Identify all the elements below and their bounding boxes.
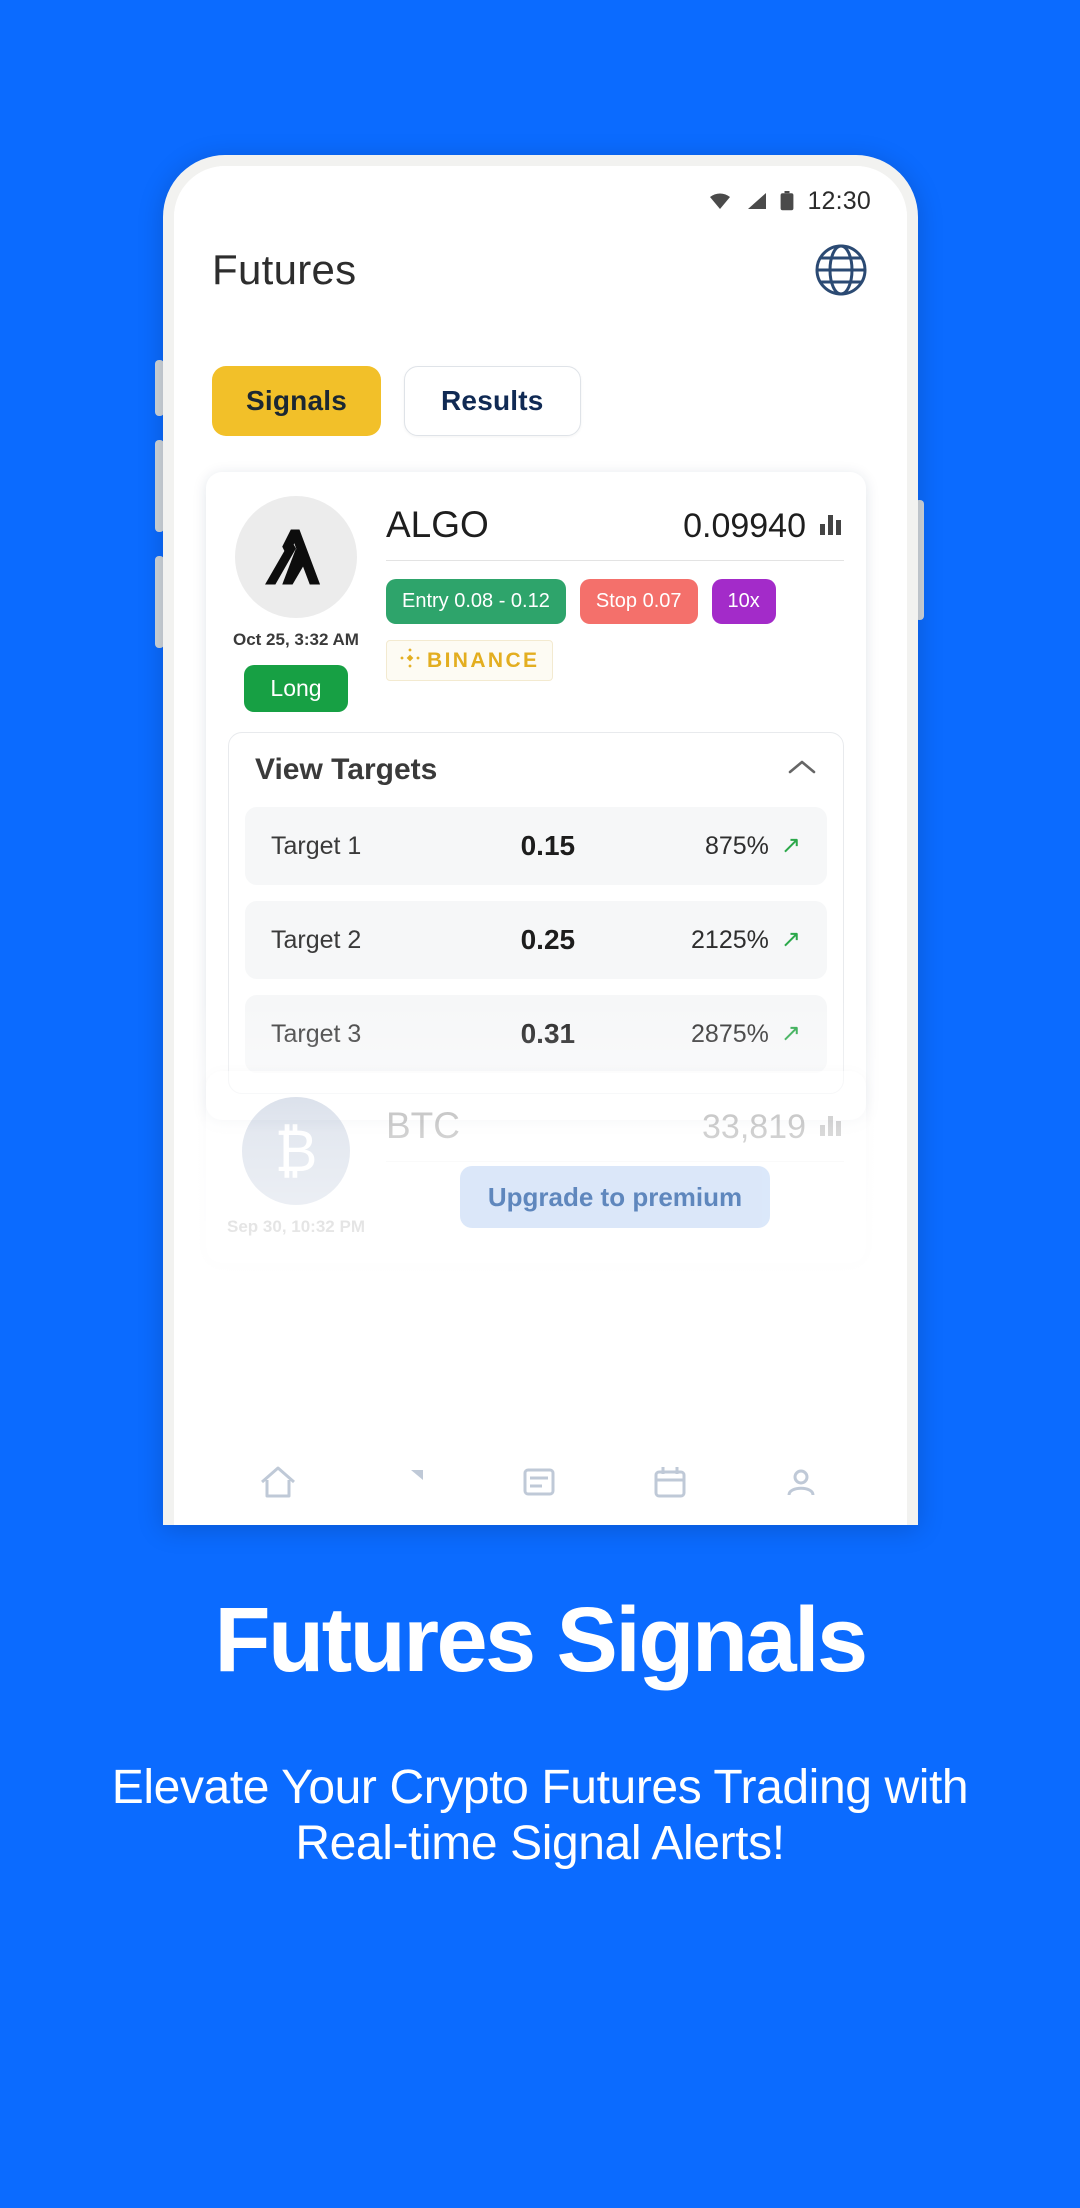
up-right-arrow-icon: ↗ (780, 926, 801, 953)
target-percent: 2125% (691, 925, 769, 954)
symbol-price-row: ALGO 0.09940 (386, 504, 844, 546)
bar-chart-icon[interactable] (818, 1112, 844, 1143)
price-group: 0.09940 (683, 507, 844, 546)
home-icon[interactable] (258, 1462, 300, 1502)
binance-logo-icon (400, 648, 420, 673)
target-percent: 2875% (691, 1019, 769, 1048)
wifi-icon (708, 192, 732, 210)
page-title: Futures (212, 246, 357, 293)
price-group: 33,819 (702, 1108, 844, 1147)
target-value: 0.15 (520, 830, 576, 861)
bottom-navigation (174, 1445, 907, 1519)
table-row: Target 3 0.31 2875% ↗ (245, 995, 827, 1073)
bar-chart-icon[interactable] (818, 511, 844, 542)
tab-results[interactable]: Results (404, 366, 581, 436)
signal-icon (745, 192, 767, 210)
target-percent: 875% (704, 831, 769, 860)
card-divider (386, 1161, 844, 1162)
chevron-up-icon[interactable] (787, 758, 817, 783)
app-screen: 12:30 Futures Signals Results Oct 25, 3:… (174, 166, 907, 1525)
stop-badge: Stop 0.07 (579, 579, 698, 624)
signal-card[interactable]: Oct 25, 3:32 AM Long ALGO 0.09940 Entry … (206, 472, 866, 1120)
tab-signals[interactable]: Signals (212, 366, 381, 436)
coin-symbol: ALGO (386, 504, 489, 545)
target-name: Target 3 (271, 1019, 362, 1048)
signals-icon[interactable] (389, 1462, 431, 1502)
signal-date: Sep 30, 10:32 PM (227, 1217, 365, 1236)
symbol-price-row: BTC 33,819 (386, 1105, 844, 1147)
up-right-arrow-icon: ↗ (780, 1020, 801, 1047)
target-name: Target 2 (271, 925, 362, 954)
target-name: Target 1 (271, 831, 362, 860)
coin-column: ₿ Sep 30, 10:32 PM (227, 1097, 365, 1237)
phone-mockup: 12:30 Futures Signals Results Oct 25, 3:… (163, 155, 918, 1525)
side-badge: Long (244, 665, 348, 712)
marketing-headline: Futures Signals (214, 1589, 868, 1691)
battery-icon (780, 191, 794, 211)
coin-column: Oct 25, 3:32 AM Long (228, 496, 364, 712)
table-row: Target 1 0.15 875% ↗ (245, 807, 827, 885)
exchange-name: BINANCE (427, 648, 540, 672)
targets-panel: View Targets Target 1 0.15 875% ↗ Target… (228, 732, 844, 1094)
app-header: Futures (174, 218, 907, 322)
signal-date: Oct 25, 3:32 AM (233, 630, 359, 649)
calendar-icon[interactable] (650, 1462, 692, 1502)
target-value: 0.25 (520, 924, 576, 955)
target-value: 0.31 (520, 1018, 576, 1049)
coin-price: 33,819 (702, 1108, 806, 1146)
news-icon[interactable] (519, 1462, 561, 1502)
coin-symbol: BTC (386, 1105, 460, 1146)
target-percent-group: 2875% ↗ (627, 1020, 801, 1049)
signal-info-column: ALGO 0.09940 Entry 0.08 - 0.12 Stop 0.07… (386, 496, 844, 712)
bitcoin-logo-icon: ₿ (242, 1097, 350, 1205)
targets-title: View Targets (255, 753, 438, 786)
entry-badge: Entry 0.08 - 0.12 (386, 579, 566, 624)
signal-card-top: Oct 25, 3:32 AM Long ALGO 0.09940 Entry … (228, 496, 844, 712)
globe-icon[interactable] (813, 242, 869, 298)
target-percent-group: 2125% ↗ (627, 926, 801, 955)
up-right-arrow-icon: ↗ (780, 832, 801, 859)
promo-screenshot: 12:30 Futures Signals Results Oct 25, 3:… (0, 0, 1080, 2208)
status-bar-clock: 12:30 (807, 186, 871, 215)
targets-header[interactable]: View Targets (245, 751, 827, 787)
trade-badges: Entry 0.08 - 0.12 Stop 0.07 10x (386, 579, 844, 624)
leverage-badge: 10x (711, 579, 776, 624)
table-row: Target 2 0.25 2125% ↗ (245, 901, 827, 979)
target-percent-group: 875% ↗ (627, 832, 801, 861)
profile-icon[interactable] (781, 1462, 823, 1502)
algorand-logo-icon (235, 496, 357, 618)
coin-price: 0.09940 (683, 507, 806, 545)
upgrade-to-premium-button[interactable]: Upgrade to premium (460, 1166, 770, 1228)
tab-bar: Signals Results (212, 366, 581, 436)
targets-rows: Target 1 0.15 875% ↗ Target 2 0.25 2125%… (245, 807, 827, 1073)
marketing-subheadline: Elevate Your Crypto Futures Trading with… (111, 1761, 969, 1870)
card-divider (386, 560, 844, 561)
exchange-chip: BINANCE (386, 640, 554, 681)
